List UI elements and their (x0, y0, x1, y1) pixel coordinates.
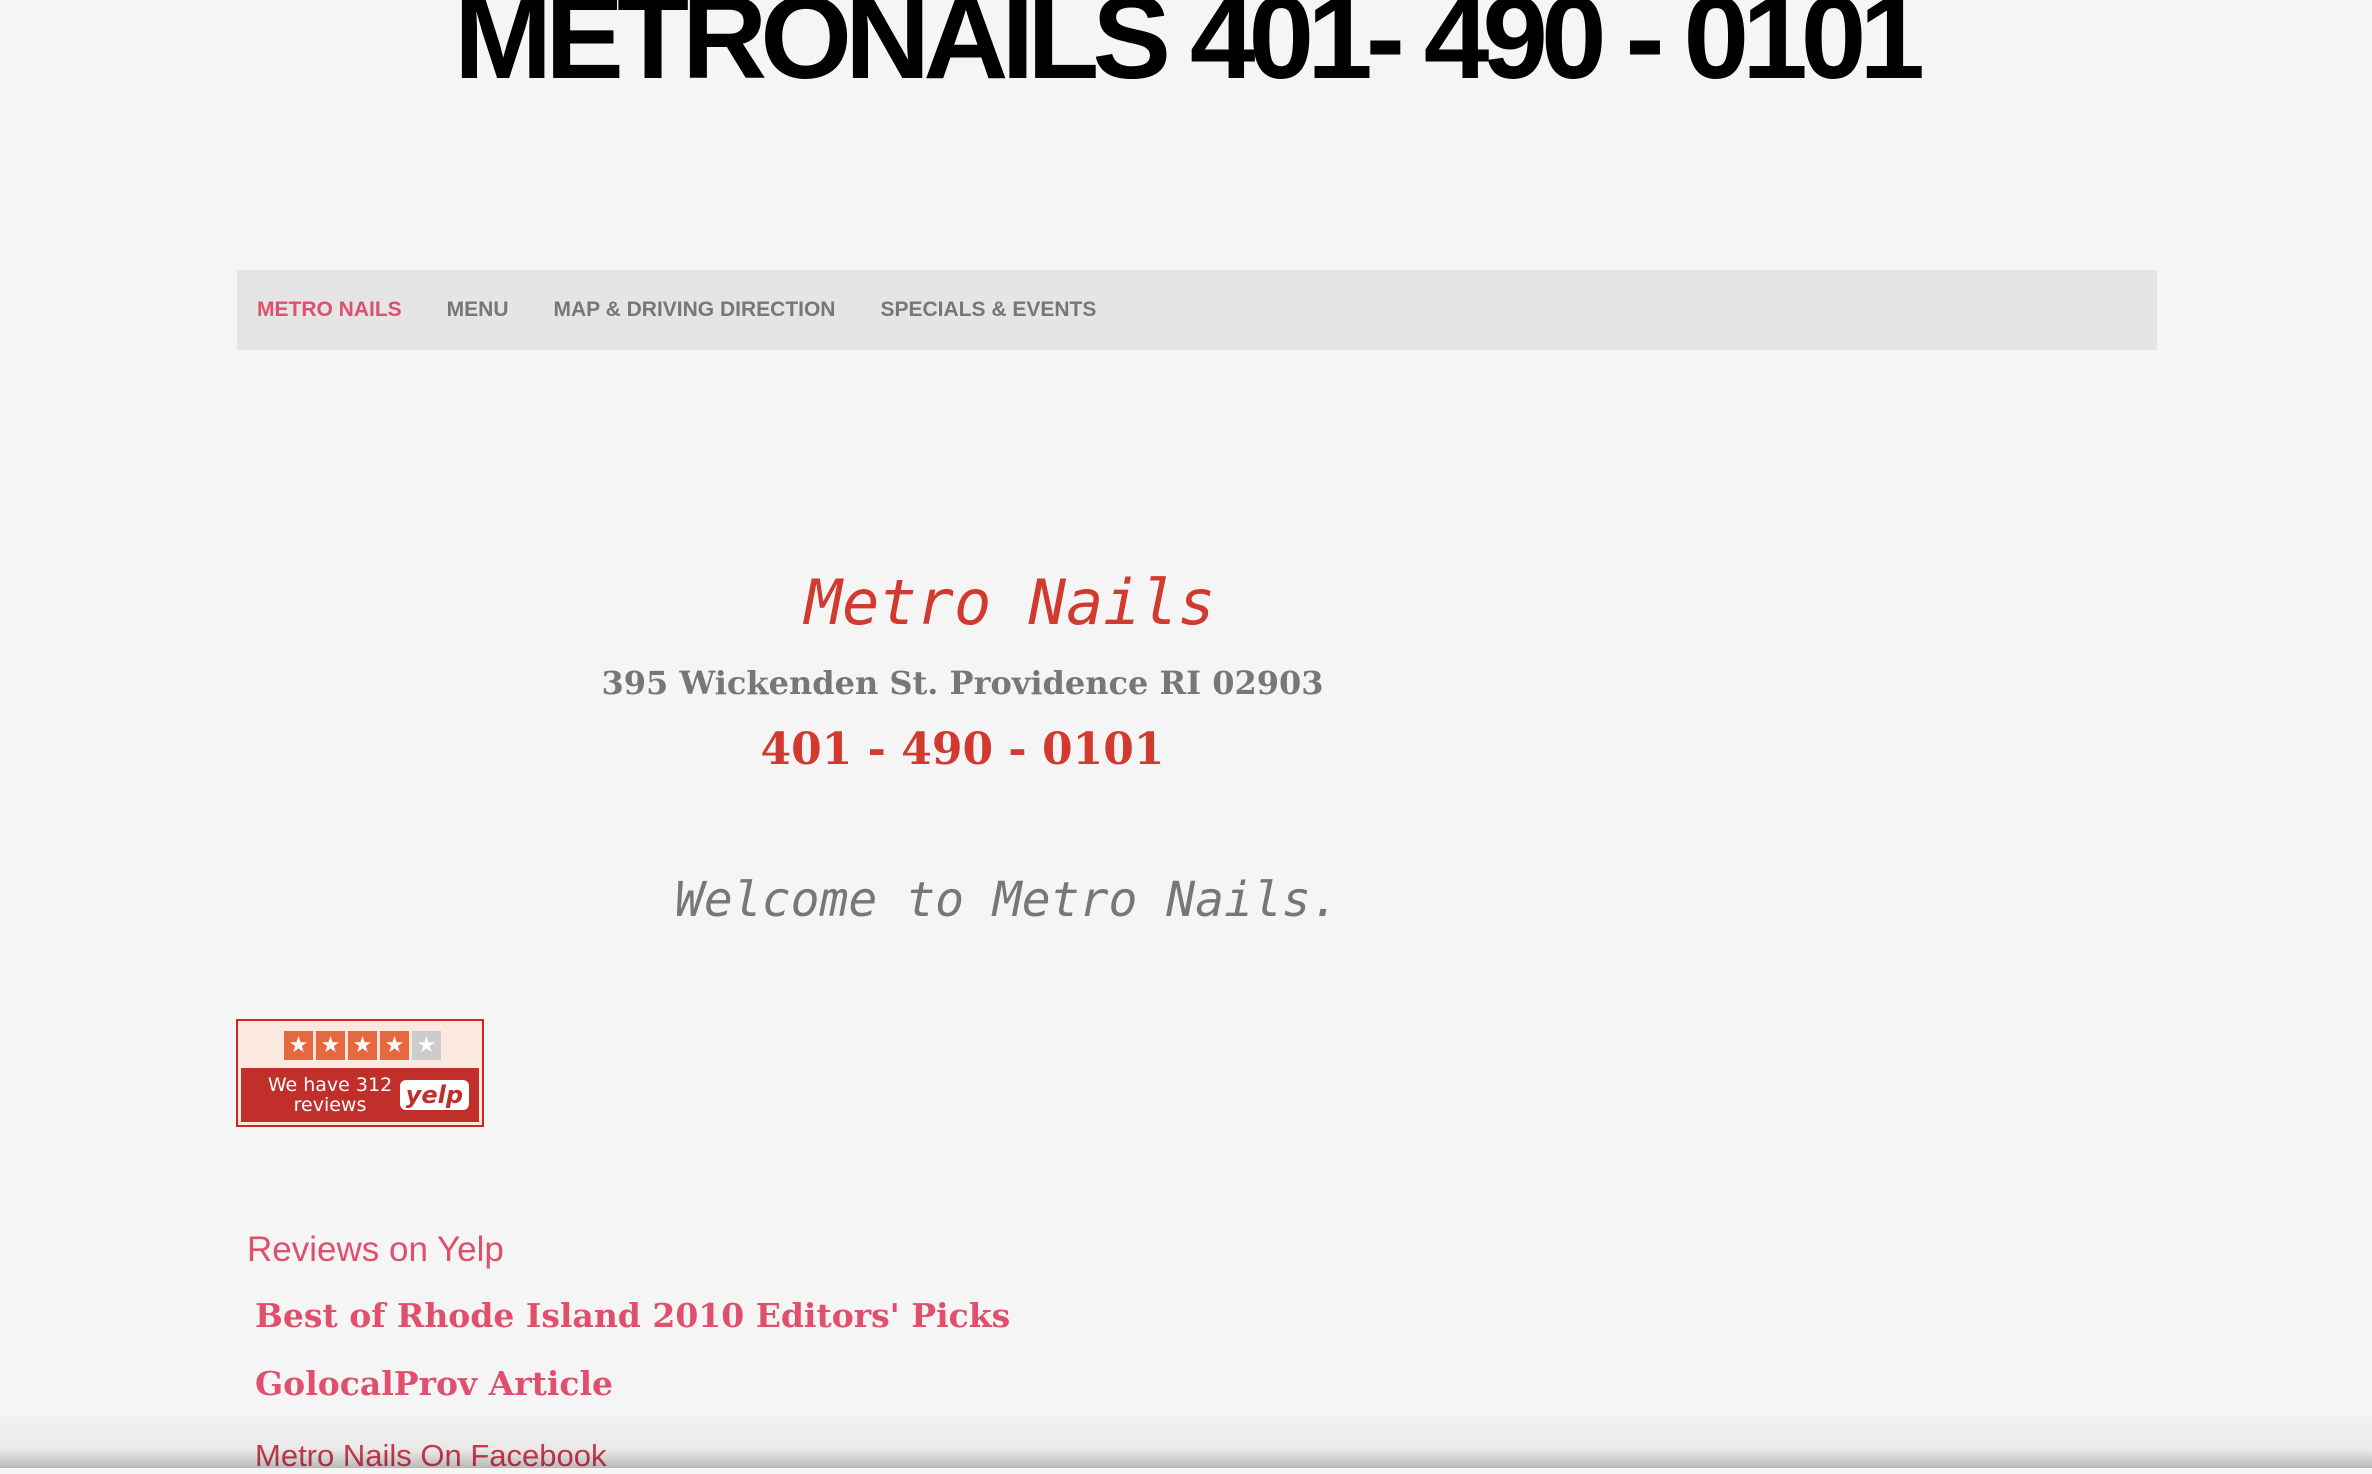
star-icon: ★ (316, 1031, 345, 1060)
welcome-message: Welcome to Metro Nails. (675, 872, 1340, 928)
business-address: 395 Wickenden St. Providence RI 02903 (601, 664, 1324, 702)
facebook-link[interactable]: Metro Nails On Facebook (255, 1438, 606, 1474)
reviews-on-yelp-link[interactable]: Reviews on Yelp (247, 1230, 504, 1270)
star-icon: ★ (348, 1031, 377, 1060)
nav-item-map-driving-direction[interactable]: MAP & DRIVING DIRECTION (554, 298, 836, 322)
yelp-review-count: We have 312 reviews (267, 1074, 393, 1116)
nav-item-metro-nails[interactable]: METRO NAILS (257, 298, 402, 322)
yelp-review-badge[interactable]: ★ ★ ★ ★ ★ We have 312 reviews yelp (236, 1019, 484, 1127)
business-name: Metro Nails (804, 566, 1216, 639)
site-title: METRONAILS 401- 490 - 0101 (453, 0, 1925, 104)
star-empty-icon: ★ (412, 1031, 441, 1060)
star-icon: ★ (284, 1031, 313, 1060)
business-phone: 401 - 490 - 0101 (760, 724, 1165, 775)
nav-item-specials-events[interactable]: SPECIALS & EVENTS (880, 298, 1096, 322)
best-of-rhode-island-link[interactable]: Best of Rhode Island 2010 Editors' Picks (255, 1296, 1010, 1335)
main-nav: METRO NAILS MENU MAP & DRIVING DIRECTION… (237, 270, 2157, 350)
nav-item-menu[interactable]: MENU (447, 298, 509, 322)
star-icon: ★ (380, 1031, 409, 1060)
star-rating: ★ ★ ★ ★ ★ (284, 1031, 441, 1060)
yelp-logo-icon: yelp (399, 1080, 469, 1110)
golocalprov-article-link[interactable]: GolocalProv Article (255, 1364, 613, 1403)
yelp-badge-footer: We have 312 reviews yelp (241, 1068, 479, 1122)
